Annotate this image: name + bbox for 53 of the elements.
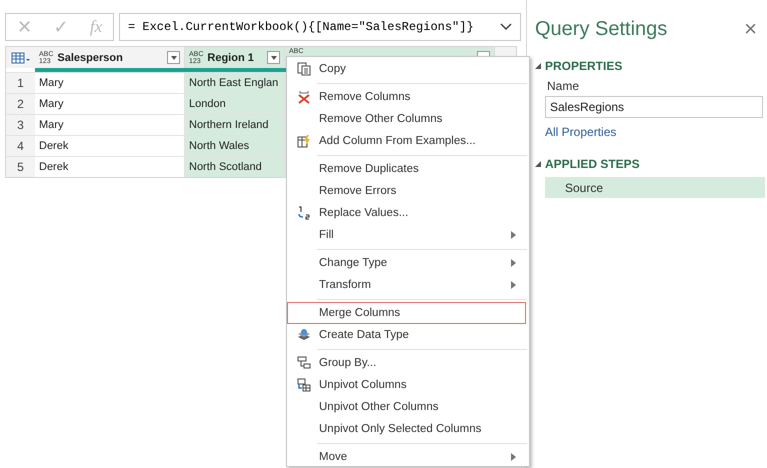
collapse-icon[interactable] <box>535 161 541 167</box>
menu-item[interactable]: Unpivot Only Selected Columns <box>287 418 526 440</box>
section-heading: PROPERTIES <box>545 59 622 73</box>
unpivot-icon <box>296 378 310 392</box>
menu-item[interactable]: Remove Other Columns <box>287 108 526 130</box>
name-field[interactable]: SalesRegions <box>545 96 763 118</box>
menu-item[interactable]: Merge Columns <box>287 302 526 324</box>
menu-item[interactable]: Unpivot Other Columns <box>287 396 526 418</box>
caret-icon <box>170 56 176 60</box>
menu-item[interactable]: Group By... <box>287 352 526 374</box>
menu-item[interactable]: Unpivot Columns <box>287 374 526 396</box>
table-cell: Northern Ireland <box>185 115 285 135</box>
table-cell: North Wales <box>185 136 285 156</box>
row-number: 5 <box>6 157 35 177</box>
row-number: 3 <box>6 115 35 135</box>
replace-values-icon <box>296 206 310 220</box>
menu-item[interactable]: Remove Duplicates <box>287 158 526 180</box>
copy-icon <box>296 62 310 76</box>
row-number: 2 <box>6 94 35 114</box>
menu-item[interactable]: Change Type <box>287 252 526 274</box>
menu-item[interactable]: Replace Values... <box>287 202 526 224</box>
filter-button[interactable] <box>167 51 180 64</box>
filter-button[interactable] <box>267 51 280 64</box>
panel-title: Query Settings <box>535 18 668 41</box>
menu-item[interactable]: Transform <box>287 274 526 296</box>
remove-column-icon <box>296 90 310 104</box>
table-cell: North East Englan <box>185 73 285 93</box>
step-item[interactable]: Source <box>545 177 765 198</box>
field-label: Name <box>547 79 580 93</box>
table-cell: London <box>185 94 285 114</box>
menu-item[interactable]: Remove Errors <box>287 180 526 202</box>
group-by-icon <box>296 356 310 370</box>
menu-item[interactable]: Create Data Type <box>287 324 526 346</box>
layers-icon <box>296 328 310 342</box>
formula-field[interactable]: = Excel.CurrentWorkbook(){[Name="SalesRegions"]} <box>119 13 521 41</box>
close-icon[interactable]: × <box>744 16 757 42</box>
caret-icon <box>270 56 276 60</box>
all-properties-link[interactable]: All Properties <box>545 125 767 139</box>
row-number: 4 <box>6 136 35 156</box>
menu-item[interactable]: Add Column From Examples... <box>287 130 526 152</box>
table-menu-icon[interactable] <box>10 52 30 64</box>
collapse-icon[interactable] <box>535 63 541 69</box>
menu-item[interactable]: Move <box>287 446 526 468</box>
add-column-icon <box>296 134 310 148</box>
section-heading: APPLIED STEPS <box>545 157 640 171</box>
column-title: Region 1 <box>207 52 255 64</box>
menu-item[interactable]: Copy <box>287 58 526 80</box>
row-number: 1 <box>6 73 35 93</box>
menu-item[interactable]: Fill <box>287 224 526 246</box>
table-cell: North Scotland <box>185 157 285 177</box>
menu-item[interactable]: Remove Columns <box>287 86 526 108</box>
column-title: Salesperson <box>57 52 124 64</box>
caret-icon <box>500 23 512 31</box>
